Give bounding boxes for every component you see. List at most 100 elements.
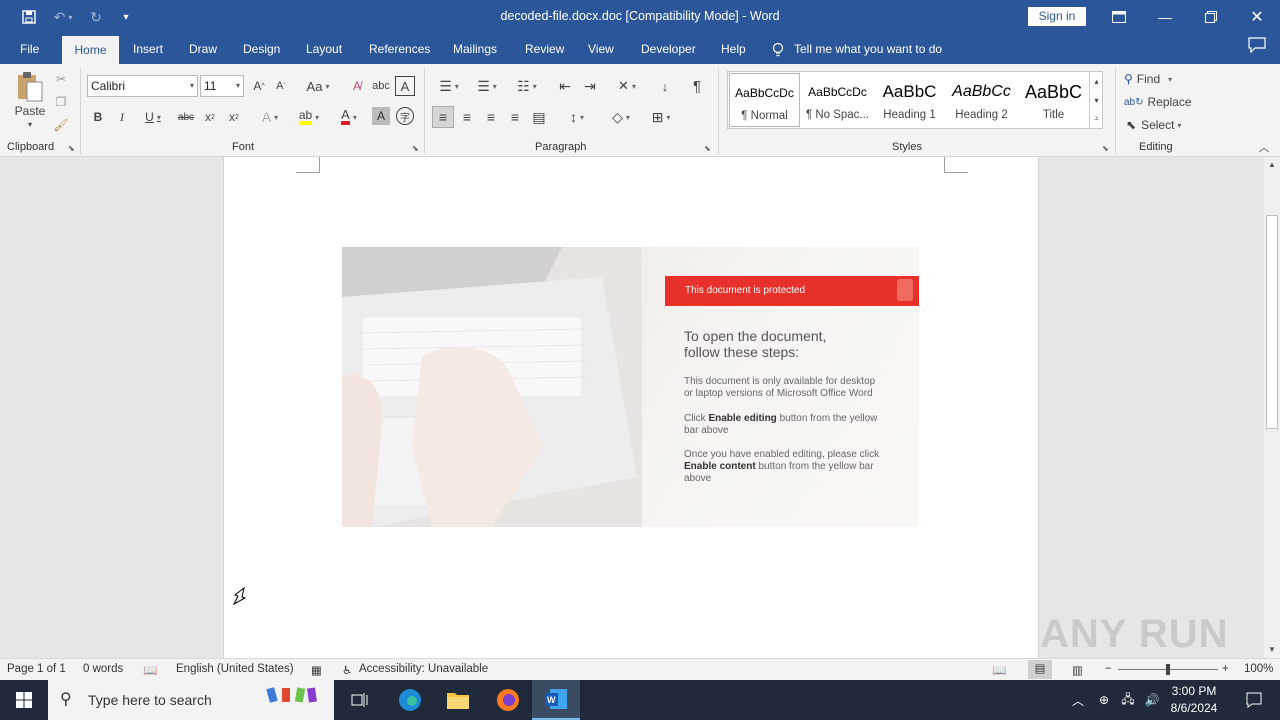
font-launcher-icon[interactable]: ⬊ — [412, 144, 422, 154]
find-button[interactable]: ⚲ Find ▾ — [1124, 70, 1194, 88]
distributed-icon[interactable]: ▤ — [528, 106, 550, 128]
firefox-icon[interactable] — [484, 680, 532, 720]
zoom-slider-thumb[interactable] — [1166, 664, 1170, 675]
sort-icon[interactable]: ↓ — [654, 76, 676, 96]
borders-icon[interactable]: ⊞ ▾ — [644, 106, 678, 128]
character-shading-icon[interactable]: A — [372, 107, 390, 125]
replace-button[interactable]: ab↻ Replace — [1124, 93, 1194, 111]
accessibility-icon[interactable]: ♿ — [342, 663, 352, 677]
tab-home[interactable]: Home — [62, 36, 119, 64]
styles-launcher-icon[interactable]: ⬊ — [1102, 144, 1112, 154]
paste-icon[interactable] — [12, 70, 48, 104]
font-size-combo[interactable]: 11 ▾ — [200, 75, 244, 97]
show-hide-marks-icon[interactable]: ¶ — [686, 76, 708, 96]
character-border-icon[interactable]: A — [395, 76, 415, 96]
tab-mailings[interactable]: Mailings — [443, 34, 507, 64]
decrease-indent-icon[interactable]: ⇤ — [554, 76, 576, 96]
select-button[interactable]: ⬉ Select ▾ — [1126, 116, 1196, 134]
enclose-characters-icon[interactable]: 字 — [396, 107, 414, 125]
minimize-icon[interactable]: — — [1142, 0, 1188, 34]
align-center-icon[interactable]: ≡ — [456, 106, 478, 128]
style-heading-1[interactable]: AaBbC Heading 1 — [874, 73, 945, 127]
styles-scroll-down-icon[interactable]: ▾ — [1089, 91, 1103, 109]
tab-help[interactable]: Help — [711, 34, 756, 64]
tab-view[interactable]: View — [578, 34, 624, 64]
tab-insert[interactable]: Insert — [123, 34, 173, 64]
scroll-down-icon[interactable]: ▼ — [1264, 642, 1280, 658]
cut-icon[interactable]: ✂ — [52, 70, 70, 88]
embedded-lure-image[interactable]: This document is protected To open the d… — [342, 247, 919, 527]
vertical-scrollbar[interactable]: ▲ ▼ — [1264, 157, 1280, 658]
clear-formatting-icon[interactable]: A̸ — [346, 76, 368, 96]
taskbar-clock[interactable]: 3:00 PM 8/6/2024 — [1160, 683, 1228, 717]
tab-layout[interactable]: Layout — [296, 34, 352, 64]
scroll-thumb[interactable] — [1266, 215, 1278, 429]
grow-font-icon[interactable]: A ^ — [250, 76, 268, 96]
text-effects-icon[interactable]: A ▾ — [254, 107, 286, 127]
network-icon[interactable]: 🖧 — [1116, 680, 1140, 720]
accessibility-status[interactable]: Accessibility: Unavailable — [359, 663, 488, 675]
macro-record-icon[interactable]: ▦ — [311, 663, 322, 677]
zoom-level[interactable]: 100% — [1244, 663, 1273, 675]
notifications-icon[interactable] — [1230, 680, 1278, 720]
styles-scroll-up-icon[interactable]: ▴ — [1089, 72, 1103, 90]
scroll-up-icon[interactable]: ▲ — [1264, 157, 1280, 173]
customize-quick-access-icon[interactable]: ▾ — [112, 0, 140, 34]
increase-indent-icon[interactable]: ⇥ — [579, 76, 601, 96]
style-no-spacing[interactable]: AaBbCcDc ¶ No Spac... — [802, 73, 873, 127]
taskbar-search-input[interactable]: ⚲ Type here to search — [48, 680, 334, 720]
zoom-in-icon[interactable]: + — [1222, 663, 1229, 675]
paste-dropdown-icon[interactable]: ▾ — [24, 118, 36, 130]
bullets-icon[interactable]: ☰ ▾ — [432, 76, 466, 96]
tell-me-search[interactable]: Tell me what you want to do — [772, 34, 942, 64]
superscript-icon[interactable]: x2 — [224, 107, 244, 127]
meet-now-icon[interactable]: ⊕ — [1092, 680, 1116, 720]
collapse-ribbon-icon[interactable]: ︿ — [1256, 140, 1272, 154]
style-heading-2[interactable]: AaBbCc Heading 2 — [946, 73, 1017, 127]
ribbon-display-options-icon[interactable] — [1096, 0, 1142, 34]
read-mode-icon[interactable]: 📖 — [992, 663, 1006, 677]
italic-icon[interactable]: I — [113, 107, 131, 127]
task-view-icon[interactable] — [336, 680, 384, 720]
font-color-icon[interactable]: A ▾ — [332, 107, 366, 127]
tab-developer[interactable]: Developer — [631, 34, 706, 64]
page-count[interactable]: Page 1 of 1 — [7, 663, 66, 675]
paragraph-launcher-icon[interactable]: ⬊ — [704, 144, 714, 154]
paste-label[interactable]: Paste — [10, 104, 50, 118]
underline-icon[interactable]: U ▾ — [137, 107, 169, 127]
tab-references[interactable]: References — [359, 34, 440, 64]
proofing-icon[interactable]: 📖 — [143, 663, 157, 677]
restore-icon[interactable] — [1188, 0, 1234, 34]
language-indicator[interactable]: English (United States) — [176, 663, 294, 675]
copy-icon[interactable]: ❐ — [52, 93, 70, 111]
bold-icon[interactable]: B — [89, 107, 107, 127]
multilevel-list-icon[interactable]: ☷ ▾ — [510, 76, 544, 96]
tab-design[interactable]: Design — [233, 34, 290, 64]
undo-icon[interactable]: ↶ ▾ — [45, 0, 81, 34]
format-painter-icon[interactable]: 🖌 — [52, 116, 70, 134]
font-name-combo[interactable]: Calibri ▾ — [87, 75, 198, 97]
highlight-color-icon[interactable]: ab ▾ — [292, 107, 326, 127]
print-layout-icon[interactable]: ▤ — [1028, 660, 1052, 679]
style-normal[interactable]: AaBbCcDc ¶ Normal — [729, 73, 800, 127]
tab-review[interactable]: Review — [515, 34, 574, 64]
clipboard-launcher-icon[interactable]: ⬊ — [68, 144, 78, 154]
tab-draw[interactable]: Draw — [179, 34, 227, 64]
change-case-icon[interactable]: Aa ▾ — [300, 76, 336, 96]
edge-browser-icon[interactable] — [386, 680, 434, 720]
web-layout-icon[interactable]: ▥ — [1072, 663, 1083, 677]
show-hidden-icons[interactable]: ︿ — [1066, 680, 1090, 720]
close-icon[interactable]: ✕ — [1234, 0, 1280, 34]
tab-file[interactable]: File — [10, 34, 49, 64]
shading-icon[interactable]: ◇ ▾ — [604, 106, 638, 128]
shrink-font-icon[interactable]: Aˇ — [272, 76, 290, 96]
word-taskbar-icon[interactable]: W — [532, 680, 580, 720]
strikethrough-icon[interactable]: abc — [175, 107, 197, 127]
justify-icon[interactable]: ≡ — [504, 106, 526, 128]
word-count[interactable]: 0 words — [83, 663, 123, 675]
styles-more-icon[interactable]: ⩡ — [1089, 110, 1103, 128]
file-explorer-icon[interactable] — [434, 680, 482, 720]
line-spacing-icon[interactable]: ↕ ▾ — [560, 106, 594, 128]
redo-icon[interactable]: ↻ — [82, 0, 110, 34]
chinese-layout-icon[interactable]: ✕ ▾ — [610, 76, 644, 96]
